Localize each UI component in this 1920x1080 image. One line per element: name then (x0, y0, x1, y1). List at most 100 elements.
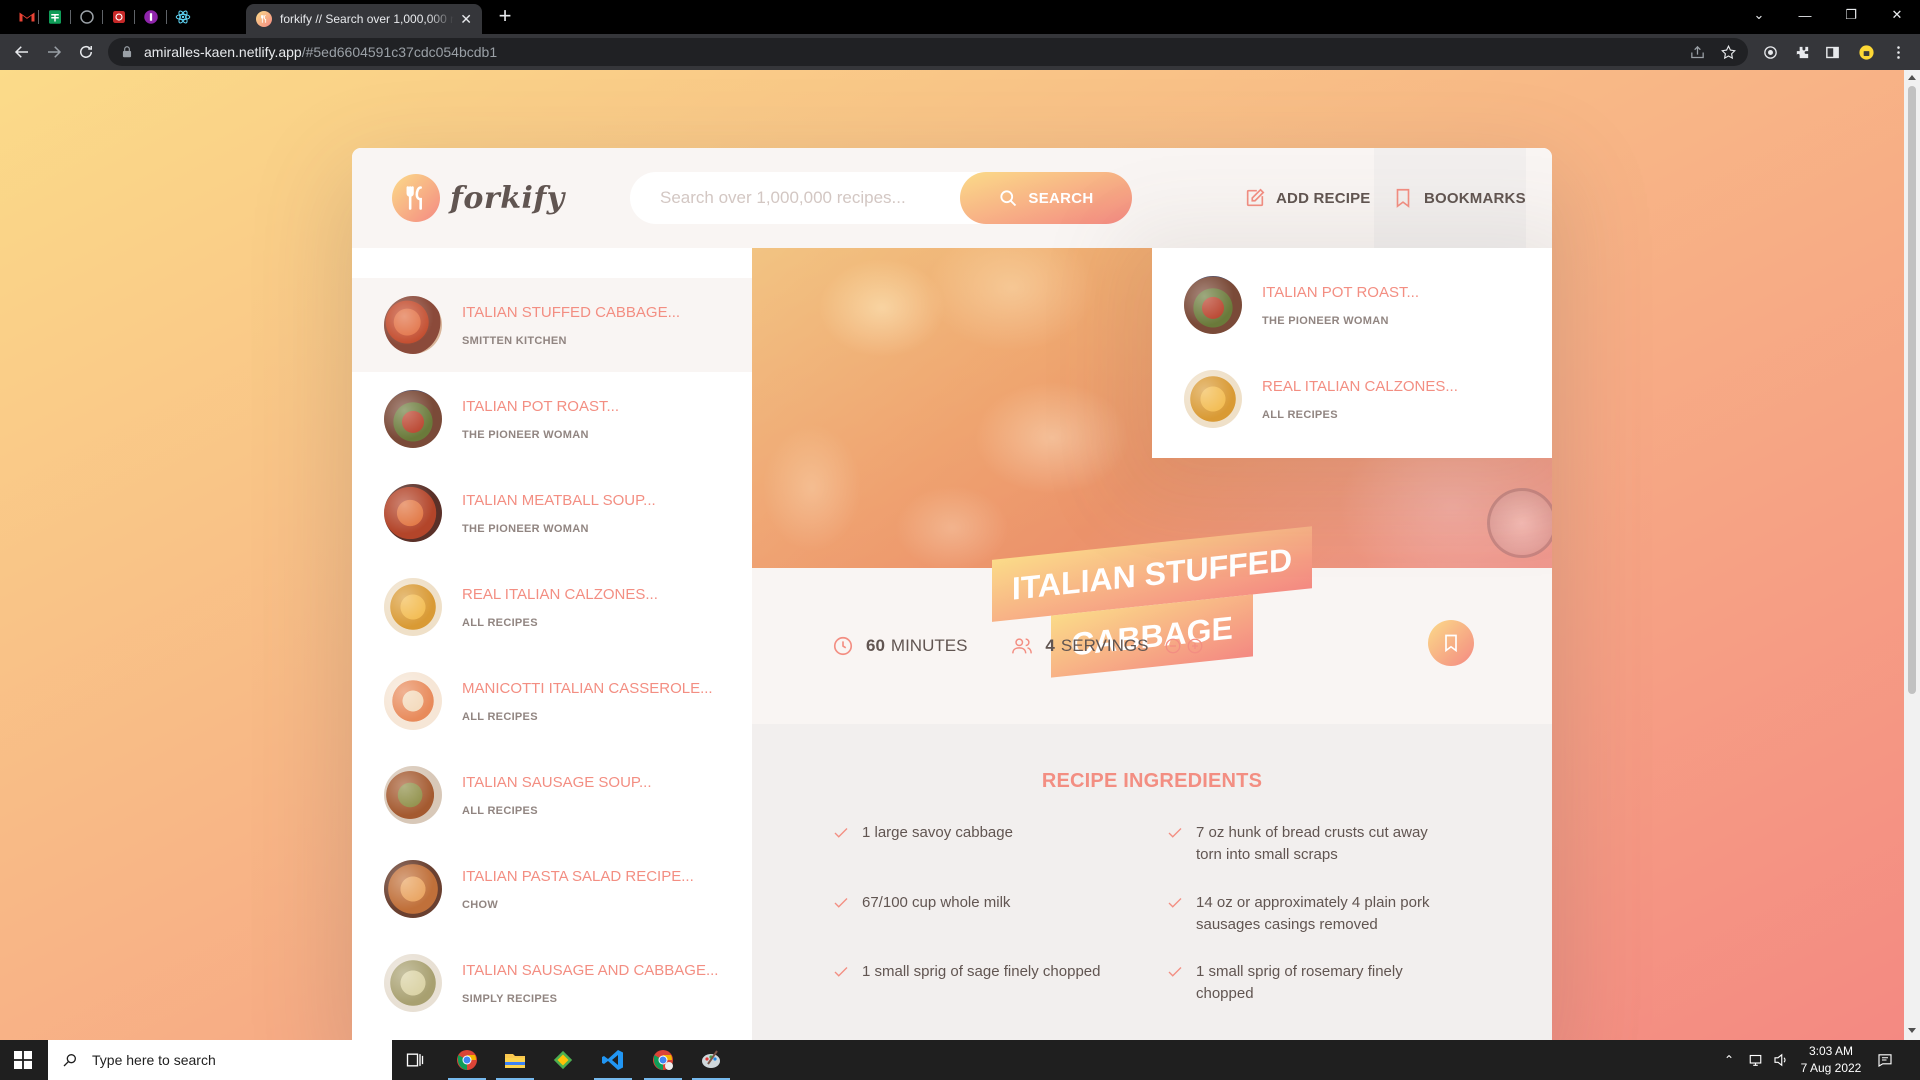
tray-chevron-icon[interactable]: ⌃ (1724, 1040, 1734, 1080)
check-icon (1168, 967, 1182, 977)
result-title: MANICOTTI ITALIAN CASSEROLE... (462, 679, 713, 697)
ingredient-item: 1 large savoy cabbage (832, 822, 1122, 844)
ingredient-text: 1 large savoy cabbage (862, 824, 1013, 841)
recipe-details: 60 MINUTES 4 SERVINGS (752, 568, 1552, 724)
ingredients-heading: RECIPE INGREDIENTS (1041, 770, 1263, 792)
reload-icon[interactable] (74, 40, 98, 64)
result-title: ITALIAN SAUSAGE AND CABBAGE... (462, 961, 719, 979)
share-icon[interactable] (1687, 42, 1707, 62)
taskbar-search[interactable]: Type here to search (48, 1040, 392, 1080)
result-thumbnail (384, 672, 442, 730)
bookmarks-label: BOOKMARKS (1424, 189, 1526, 207)
page-scrollbar[interactable] (1904, 70, 1920, 1040)
close-window-button[interactable]: ✕ (1874, 0, 1920, 30)
taskbar-clock[interactable]: 3:03 AM 7 Aug 2022 (1786, 1043, 1876, 1077)
edit-icon (1246, 188, 1265, 207)
gmail-tab-icon[interactable] (16, 6, 38, 28)
servings-controls (1164, 637, 1208, 655)
close-tab-icon[interactable]: ✕ (460, 11, 472, 28)
vscode-icon[interactable] (590, 1040, 636, 1080)
address-bar[interactable]: amiralles-kaen.netlify.app/#5ed6604591c3… (108, 38, 1748, 66)
ingredient-text: 67/100 cup whole milk (862, 894, 1011, 911)
dev-tab-icon[interactable] (140, 6, 162, 28)
servings: 4 SERVINGS (1011, 635, 1208, 657)
result-publisher: THE PIONEER WOMAN (462, 522, 589, 535)
browser-toolbar: amiralles-kaen.netlify.app/#5ed6604591c3… (0, 34, 1920, 70)
sheets-tab-icon[interactable] (44, 6, 66, 28)
active-tab[interactable]: forkify // Search over 1,000,000 recipes… (246, 4, 482, 34)
tab-search-icon[interactable]: ⌄ (1736, 0, 1782, 30)
result-item[interactable]: ITALIAN STUFFED CABBAGE... SMITTEN KITCHE… (352, 278, 752, 372)
bookmark-title: REAL ITALIAN CALZONES... (1262, 377, 1458, 395)
new-tab-button[interactable]: + (494, 5, 516, 28)
ingredient-item: 14 oz or approximately 4 plain pork saus… (1166, 892, 1456, 936)
bookmark-icon (1445, 634, 1457, 653)
minus-circle-icon[interactable] (1164, 637, 1182, 655)
minimize-button[interactable]: — (1782, 0, 1828, 30)
add-recipe-button[interactable]: ADD RECIPE (1244, 148, 1371, 248)
forward-icon[interactable] (42, 40, 66, 64)
minutes-value: 60 (866, 636, 885, 655)
network-icon[interactable] (1748, 1040, 1766, 1080)
search-form: SEARCH (630, 172, 1132, 224)
paint-app-icon[interactable] (688, 1040, 734, 1080)
search-input[interactable] (630, 188, 960, 208)
task-view-icon[interactable] (392, 1040, 438, 1080)
file-explorer-icon[interactable] (492, 1040, 538, 1080)
extensions-puzzle-icon[interactable] (1792, 42, 1812, 62)
sourcetree-icon[interactable] (540, 1040, 586, 1080)
search-icon (63, 1054, 76, 1067)
react-tab-icon[interactable] (172, 6, 194, 28)
bookmark-icon (1396, 188, 1410, 208)
ingredient-item: 1 small sprig of rosemary finely chopped (1166, 961, 1456, 1005)
bookmark-item[interactable]: ITALIAN POT ROAST... THE PIONEER WOMAN (1152, 258, 1552, 352)
side-panel-icon[interactable] (1822, 42, 1842, 62)
forkify-logo[interactable]: forkify (392, 174, 565, 222)
profile-avatar[interactable] (1856, 42, 1876, 62)
result-title: ITALIAN MEATBALL SOUP... (462, 491, 656, 509)
result-item[interactable]: REAL ITALIAN CALZONES... ALL RECIPES (352, 560, 752, 654)
plus-circle-icon[interactable] (1186, 637, 1204, 655)
restore-button[interactable]: ❐ (1828, 0, 1874, 30)
bookmark-recipe-button[interactable] (1428, 620, 1474, 666)
result-item[interactable]: ITALIAN SAUSAGE AND CABBAGE... SIMPLY REC… (352, 936, 752, 1030)
ingredient-item: 67/100 cup whole milk (832, 892, 1122, 914)
bookmark-publisher: ALL RECIPES (1262, 408, 1338, 421)
scrollbar-thumb[interactable] (1908, 86, 1916, 694)
scroll-up-icon[interactable] (1908, 75, 1916, 80)
bookmark-item[interactable]: REAL ITALIAN CALZONES... ALL RECIPES (1152, 352, 1552, 446)
menu-dots-icon[interactable] (1888, 42, 1908, 62)
add-recipe-label: ADD RECIPE (1276, 189, 1371, 207)
app-tab-icon[interactable] (108, 6, 130, 28)
result-item[interactable]: MANICOTTI ITALIAN CASSEROLE... ALL RECIPE… (352, 654, 752, 748)
bookmarks-button[interactable]: BOOKMARKS (1374, 148, 1526, 248)
servings-unit: SERVINGS (1060, 636, 1149, 655)
ingredient-text: 1 small sprig of rosemary finely chopped (1196, 963, 1403, 1002)
result-thumbnail (384, 484, 442, 542)
plate-decoration (1487, 488, 1552, 558)
result-publisher: THE PIONEER WOMAN (462, 428, 589, 441)
star-icon[interactable] (1718, 42, 1738, 62)
chrome-taskbar-icon[interactable] (444, 1040, 490, 1080)
scroll-down-icon[interactable] (1908, 1028, 1916, 1033)
extension-target-icon[interactable] (1760, 42, 1780, 62)
result-item[interactable]: ITALIAN SAUSAGE SOUP... ALL RECIPES (352, 748, 752, 842)
chrome-profile-taskbar-icon[interactable] (640, 1040, 686, 1080)
result-publisher: ALL RECIPES (462, 616, 538, 629)
result-item[interactable]: ITALIAN MEATBALL SOUP... THE PIONEER WOMA… (352, 466, 752, 560)
search-button[interactable]: SEARCH (960, 172, 1132, 224)
back-icon[interactable] (10, 40, 34, 64)
bookmark-thumbnail (1184, 276, 1242, 334)
result-thumbnail (384, 954, 442, 1012)
bookmark-publisher: THE PIONEER WOMAN (1262, 314, 1389, 327)
result-thumbnail (384, 766, 442, 824)
windows-start-icon[interactable] (14, 1051, 32, 1069)
bookmark-thumbnail (1184, 370, 1242, 428)
result-item[interactable]: ITALIAN POT ROAST... THE PIONEER WOMAN (352, 372, 752, 466)
ingredient-text: 1 small sprig of sage finely chopped (862, 963, 1101, 980)
notifications-icon[interactable] (1876, 1040, 1894, 1080)
taskbar-search-placeholder: Type here to search (92, 1052, 216, 1068)
github-tab-icon[interactable] (76, 6, 98, 28)
result-item[interactable]: ITALIAN PASTA SALAD RECIPE... CHOW (352, 842, 752, 936)
url-path: /#5ed6604591c37cdc054bcdb1 (301, 44, 498, 60)
